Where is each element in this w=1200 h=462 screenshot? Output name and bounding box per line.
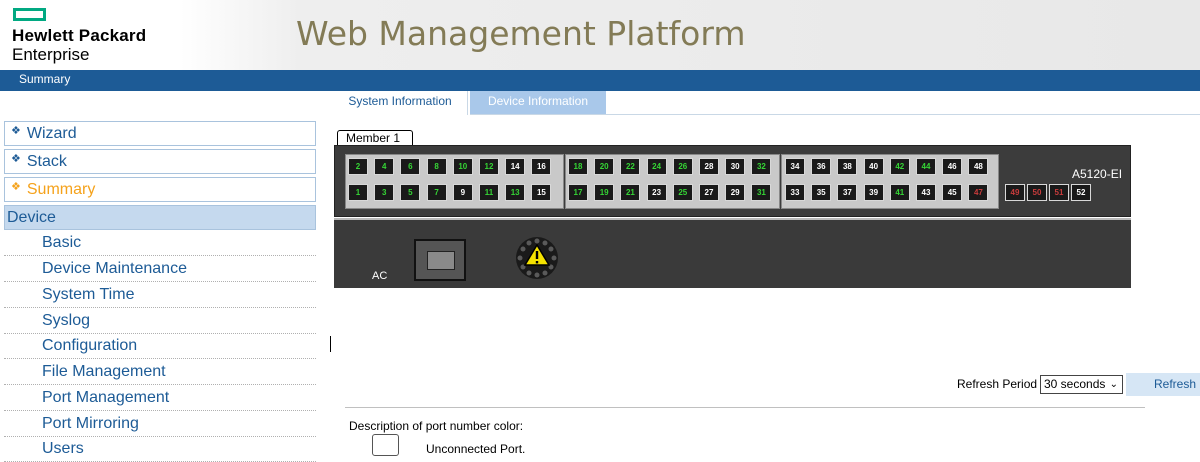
port-19[interactable]: 19: [594, 184, 615, 201]
port-42[interactable]: 42: [889, 158, 910, 175]
port-34[interactable]: 34: [785, 158, 805, 175]
device-front-panel: [334, 145, 1131, 217]
port-20[interactable]: 20: [594, 158, 615, 175]
port-35[interactable]: 35: [811, 184, 832, 201]
port-color-description-title: Description of port number color:: [349, 419, 524, 433]
sub-item-syslog[interactable]: Syslog: [4, 308, 316, 334]
port-18[interactable]: 18: [568, 158, 588, 175]
sub-item-device-maintenance[interactable]: Device Maintenance: [4, 256, 316, 282]
divider: [345, 407, 1145, 408]
port-22[interactable]: 22: [620, 158, 641, 175]
port-41[interactable]: 41: [889, 184, 910, 201]
port-12[interactable]: 12: [479, 158, 499, 175]
port-40[interactable]: 40: [863, 158, 884, 175]
port-8[interactable]: 8: [426, 158, 447, 175]
port-43[interactable]: 43: [916, 184, 936, 201]
ac-label: AC: [372, 270, 388, 282]
nav-summary-label: Summary: [26, 181, 96, 198]
sub-item-port-management[interactable]: Port Management: [4, 385, 316, 411]
diamond-icon: ❖: [11, 153, 21, 165]
port-27[interactable]: 27: [699, 184, 719, 201]
sub-item-file-management[interactable]: File Management: [4, 359, 316, 385]
nav-wizard[interactable]: ❖ Wizard: [4, 121, 316, 146]
unconnected-port-label: Unconnected Port.: [426, 442, 526, 456]
port-52[interactable]: 52: [1071, 184, 1091, 201]
port-26[interactable]: 26: [672, 158, 693, 175]
device-model: A5120-EI: [1072, 167, 1123, 181]
brand-line1: Hewlett Packard: [12, 26, 147, 45]
port-33[interactable]: 33: [785, 184, 805, 201]
section-bar-label: Summary: [19, 72, 71, 86]
port-49[interactable]: 49: [1005, 184, 1025, 201]
port-5[interactable]: 5: [400, 184, 421, 201]
diamond-icon: ❖: [11, 181, 21, 193]
nav-device[interactable]: Device: [4, 205, 316, 230]
port-3[interactable]: 3: [374, 184, 395, 201]
port-14[interactable]: 14: [505, 158, 526, 175]
port-25[interactable]: 25: [672, 184, 693, 201]
panel-splitter[interactable]: [330, 336, 331, 352]
port-47[interactable]: 47: [968, 184, 989, 201]
nav-stack-label: Stack: [26, 153, 67, 170]
nav-summary[interactable]: ❖ Summary: [4, 177, 316, 202]
sub-item-configuration[interactable]: Configuration: [4, 333, 316, 359]
fan-warning-icon[interactable]: [514, 235, 560, 281]
port-2[interactable]: 2: [348, 158, 368, 175]
tab-device-information[interactable]: Device Information: [470, 91, 606, 115]
nav-device-label: Device: [7, 209, 56, 226]
port-13[interactable]: 13: [505, 184, 526, 201]
port-39[interactable]: 39: [863, 184, 884, 201]
port-48[interactable]: 48: [968, 158, 989, 175]
tab-divider: [470, 114, 1200, 115]
chevron-down-icon: ⌄: [1109, 379, 1118, 390]
refresh-period-label: Refresh Period: [957, 377, 1038, 391]
port-28[interactable]: 28: [699, 158, 719, 175]
sub-item-port-mirroring[interactable]: Port Mirroring: [4, 411, 316, 437]
port-36[interactable]: 36: [811, 158, 832, 175]
port-32[interactable]: 32: [751, 158, 772, 175]
port-7[interactable]: 7: [426, 184, 447, 201]
diamond-icon: ❖: [11, 125, 21, 137]
port-37[interactable]: 37: [837, 184, 858, 201]
brand-line2: Enterprise: [12, 45, 90, 64]
port-44[interactable]: 44: [916, 158, 936, 175]
port-9[interactable]: 9: [452, 184, 473, 201]
tab-system-information[interactable]: System Information: [333, 91, 468, 115]
port-24[interactable]: 24: [646, 158, 667, 175]
port-51[interactable]: 51: [1049, 184, 1069, 201]
section-bar: Summary: [0, 70, 1200, 91]
sub-item-basic[interactable]: Basic: [4, 230, 316, 256]
port-1[interactable]: 1: [348, 184, 368, 201]
sub-item-system-time[interactable]: System Time: [4, 282, 316, 308]
port-15[interactable]: 15: [531, 184, 552, 201]
refresh-button[interactable]: Refresh: [1126, 373, 1200, 396]
refresh-period-select[interactable]: 30 seconds ⌄: [1040, 375, 1123, 394]
sidebar: ❖ Wizard ❖ Stack ❖ Summary Device Basic Dev…: [0, 91, 326, 462]
port-21[interactable]: 21: [620, 184, 641, 201]
hpe-logo-icon: [13, 8, 46, 21]
power-socket-icon[interactable]: [414, 239, 466, 281]
port-4[interactable]: 4: [374, 158, 395, 175]
nav-stack[interactable]: ❖ Stack: [4, 149, 316, 174]
port-30[interactable]: 30: [725, 158, 746, 175]
port-16[interactable]: 16: [531, 158, 552, 175]
header: Hewlett Packard Enterprise Web Managemen…: [0, 0, 1200, 70]
port-45[interactable]: 45: [942, 184, 963, 201]
member-tab[interactable]: Member 1: [337, 130, 413, 146]
port-23[interactable]: 23: [646, 184, 667, 201]
port-29[interactable]: 29: [725, 184, 746, 201]
nav-wizard-label: Wizard: [26, 125, 77, 142]
port-11[interactable]: 11: [479, 184, 499, 201]
port-6[interactable]: 6: [400, 158, 421, 175]
port-10[interactable]: 10: [452, 158, 473, 175]
sub-item-users[interactable]: Users: [4, 436, 316, 462]
refresh-period-value: 30 seconds: [1044, 377, 1106, 391]
app-title: Web Management Platform: [296, 14, 746, 53]
port-17[interactable]: 17: [568, 184, 588, 201]
port-31[interactable]: 31: [751, 184, 772, 201]
port-50[interactable]: 50: [1027, 184, 1047, 201]
port-38[interactable]: 38: [837, 158, 858, 175]
port-46[interactable]: 46: [942, 158, 963, 175]
